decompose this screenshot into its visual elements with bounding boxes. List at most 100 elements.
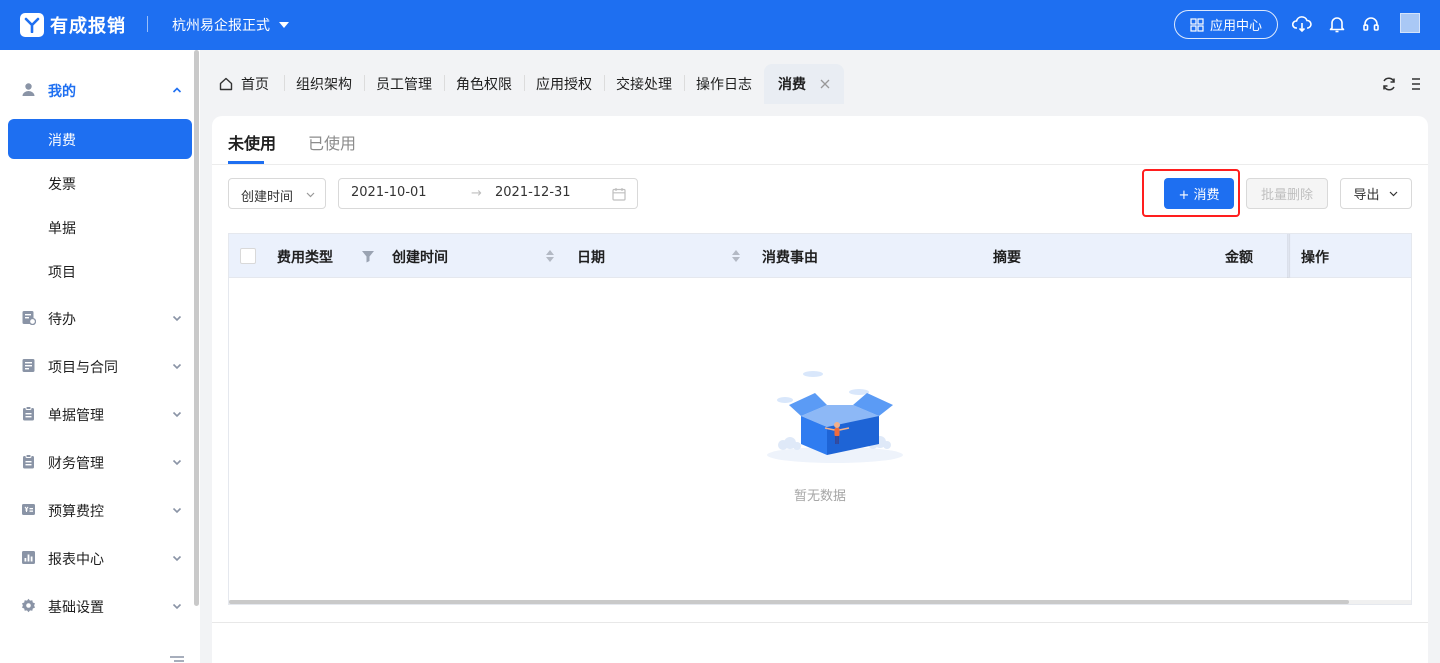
batch-delete-button[interactable]: 批量删除 xyxy=(1246,178,1328,209)
app-center-label: 应用中心 xyxy=(1209,19,1262,34)
sidebar-group-mine[interactable]: 我的 xyxy=(0,66,192,114)
column-header-actions[interactable]: 操作 xyxy=(1301,247,1329,267)
tab-label: 交接处理 xyxy=(616,77,672,93)
tab-org-structure[interactable]: 组织架构 xyxy=(284,64,364,104)
sidebar-group-label: 待办 xyxy=(48,312,76,328)
content-footer-divider xyxy=(212,622,1428,623)
tab-employees[interactable]: 员工管理 xyxy=(364,64,444,104)
headset-icon[interactable] xyxy=(1361,14,1381,34)
sidebar-item-invoice[interactable]: 发票 xyxy=(8,163,192,203)
chevron-down-icon xyxy=(1389,191,1397,197)
consumption-table: 费用类型 创建时间 日期 消费事由 摘要 金额 操作 暂无数据 xyxy=(228,233,1412,605)
contract-icon xyxy=(22,359,35,372)
tab-app-auth[interactable]: 应用授权 xyxy=(524,64,604,104)
sidebar-group-projects-contracts[interactable]: 项目与合同 xyxy=(0,342,192,390)
sidebar-item-consumption[interactable]: 消费 xyxy=(8,119,192,159)
chevron-down-icon xyxy=(172,315,182,322)
top-header: 有成报销 杭州易企报正式 应用中心 xyxy=(0,0,1440,50)
cloud-download-icon[interactable] xyxy=(1292,14,1312,34)
column-header-reason[interactable]: 消费事由 xyxy=(762,247,818,267)
tab-label: 应用授权 xyxy=(536,77,592,93)
tab-consumption[interactable]: 消费 xyxy=(764,64,844,104)
company-switcher[interactable]: 杭州易企报正式 xyxy=(172,15,289,35)
calendar-icon xyxy=(612,188,626,201)
bell-icon[interactable] xyxy=(1327,14,1347,34)
date-start-input[interactable]: 2021-10-01 xyxy=(351,185,427,200)
filter-icon[interactable] xyxy=(361,248,375,264)
more-menu-icon[interactable] xyxy=(1408,76,1424,92)
refresh-icon[interactable] xyxy=(1381,76,1397,92)
sidebar-group-label: 财务管理 xyxy=(48,456,104,472)
subtab-divider xyxy=(212,164,1428,165)
chevron-down-icon xyxy=(172,555,182,562)
date-field-select-value: 创建时间 xyxy=(241,190,294,205)
tab-label: 首页 xyxy=(241,77,269,93)
sidebar: 我的 消费 发票 单据 项目 待办 项目与合同 单据管理 财务管理 预算费控 报… xyxy=(0,50,200,663)
column-header-date[interactable]: 日期 xyxy=(577,247,605,267)
chevron-down-icon xyxy=(172,603,182,610)
sidebar-group-document-management[interactable]: 单据管理 xyxy=(0,390,192,438)
export-button[interactable]: 导出 xyxy=(1340,178,1412,209)
empty-box-illustration xyxy=(767,371,903,463)
chevron-down-icon xyxy=(172,363,182,370)
sidebar-group-todo[interactable]: 待办 xyxy=(0,294,192,342)
subtab-unused[interactable]: 未使用 xyxy=(228,130,276,154)
subtab-used[interactable]: 已使用 xyxy=(308,130,356,154)
logo-icon xyxy=(20,13,44,37)
tab-home[interactable]: 首页 xyxy=(204,64,284,104)
sidebar-item-documents[interactable]: 单据 xyxy=(8,207,192,247)
chevron-down-icon xyxy=(172,507,182,514)
column-header-amount[interactable]: 金额 xyxy=(1225,247,1253,267)
caret-down-icon xyxy=(279,22,289,28)
column-header-created-time[interactable]: 创建时间 xyxy=(392,247,448,267)
tab-label: 员工管理 xyxy=(376,77,432,93)
sidebar-group-settings[interactable]: 基础设置 xyxy=(0,582,192,630)
sidebar-item-label: 发票 xyxy=(48,177,76,193)
tab-handover[interactable]: 交接处理 xyxy=(604,64,684,104)
user-icon xyxy=(22,83,35,96)
sidebar-scrollbar[interactable] xyxy=(194,50,199,606)
sidebar-group-label: 报表中心 xyxy=(48,552,104,568)
sidebar-item-projects[interactable]: 项目 xyxy=(8,251,192,291)
annotation-highlight-box xyxy=(1142,169,1240,217)
sidebar-group-label: 基础设置 xyxy=(48,600,104,616)
date-end-input[interactable]: 2021-12-31 xyxy=(495,185,571,200)
budget-icon xyxy=(22,504,35,515)
sidebar-group-label: 项目与合同 xyxy=(48,360,118,376)
tab-label: 角色权限 xyxy=(456,77,512,93)
close-icon[interactable] xyxy=(820,79,830,89)
sort-icon[interactable] xyxy=(543,248,557,264)
date-field-select[interactable]: 创建时间 xyxy=(228,178,326,209)
sidebar-item-label: 单据 xyxy=(48,221,76,237)
clipboard-icon xyxy=(23,454,34,469)
tab-operation-log[interactable]: 操作日志 xyxy=(684,64,764,104)
column-header-summary[interactable]: 摘要 xyxy=(993,247,1021,267)
chevron-down-icon xyxy=(306,192,315,198)
sidebar-item-label: 消费 xyxy=(48,133,76,149)
avatar[interactable] xyxy=(1400,13,1420,33)
tab-roles[interactable]: 角色权限 xyxy=(444,64,524,104)
sidebar-group-label: 单据管理 xyxy=(48,408,104,424)
app-center-button[interactable]: 应用中心 xyxy=(1174,10,1278,39)
tab-label: 操作日志 xyxy=(696,77,752,93)
column-header-expense-type[interactable]: 费用类型 xyxy=(277,247,333,267)
table-horizontal-scrollbar[interactable] xyxy=(229,600,1349,604)
arrow-right-icon: → xyxy=(471,186,482,201)
table-header: 费用类型 创建时间 日期 消费事由 摘要 金额 操作 xyxy=(229,234,1411,278)
tab-label: 消费 xyxy=(778,77,806,93)
sidebar-group-finance[interactable]: 财务管理 xyxy=(0,438,192,486)
page-tabs: 首页 组织架构 员工管理 角色权限 应用授权 交接处理 操作日志 消费 xyxy=(200,50,1440,104)
sidebar-group-reports[interactable]: 报表中心 xyxy=(0,534,192,582)
menu-fold-icon[interactable] xyxy=(168,655,186,663)
sidebar-group-budget[interactable]: 预算费控 xyxy=(0,486,192,534)
main-content: 未使用 已使用 创建时间 2021-10-01 → 2021-12-31 + 消… xyxy=(212,116,1428,663)
sort-icon[interactable] xyxy=(729,248,743,264)
app-logo[interactable]: 有成报销 xyxy=(20,12,126,38)
fixed-column-divider xyxy=(1289,234,1290,278)
sidebar-group-label: 我的 xyxy=(48,84,76,100)
header-divider xyxy=(147,16,148,32)
select-all-checkbox[interactable] xyxy=(240,248,256,264)
todo-icon xyxy=(22,311,36,325)
company-name: 杭州易企报正式 xyxy=(172,18,270,34)
date-range-picker[interactable]: 2021-10-01 → 2021-12-31 xyxy=(338,178,638,209)
